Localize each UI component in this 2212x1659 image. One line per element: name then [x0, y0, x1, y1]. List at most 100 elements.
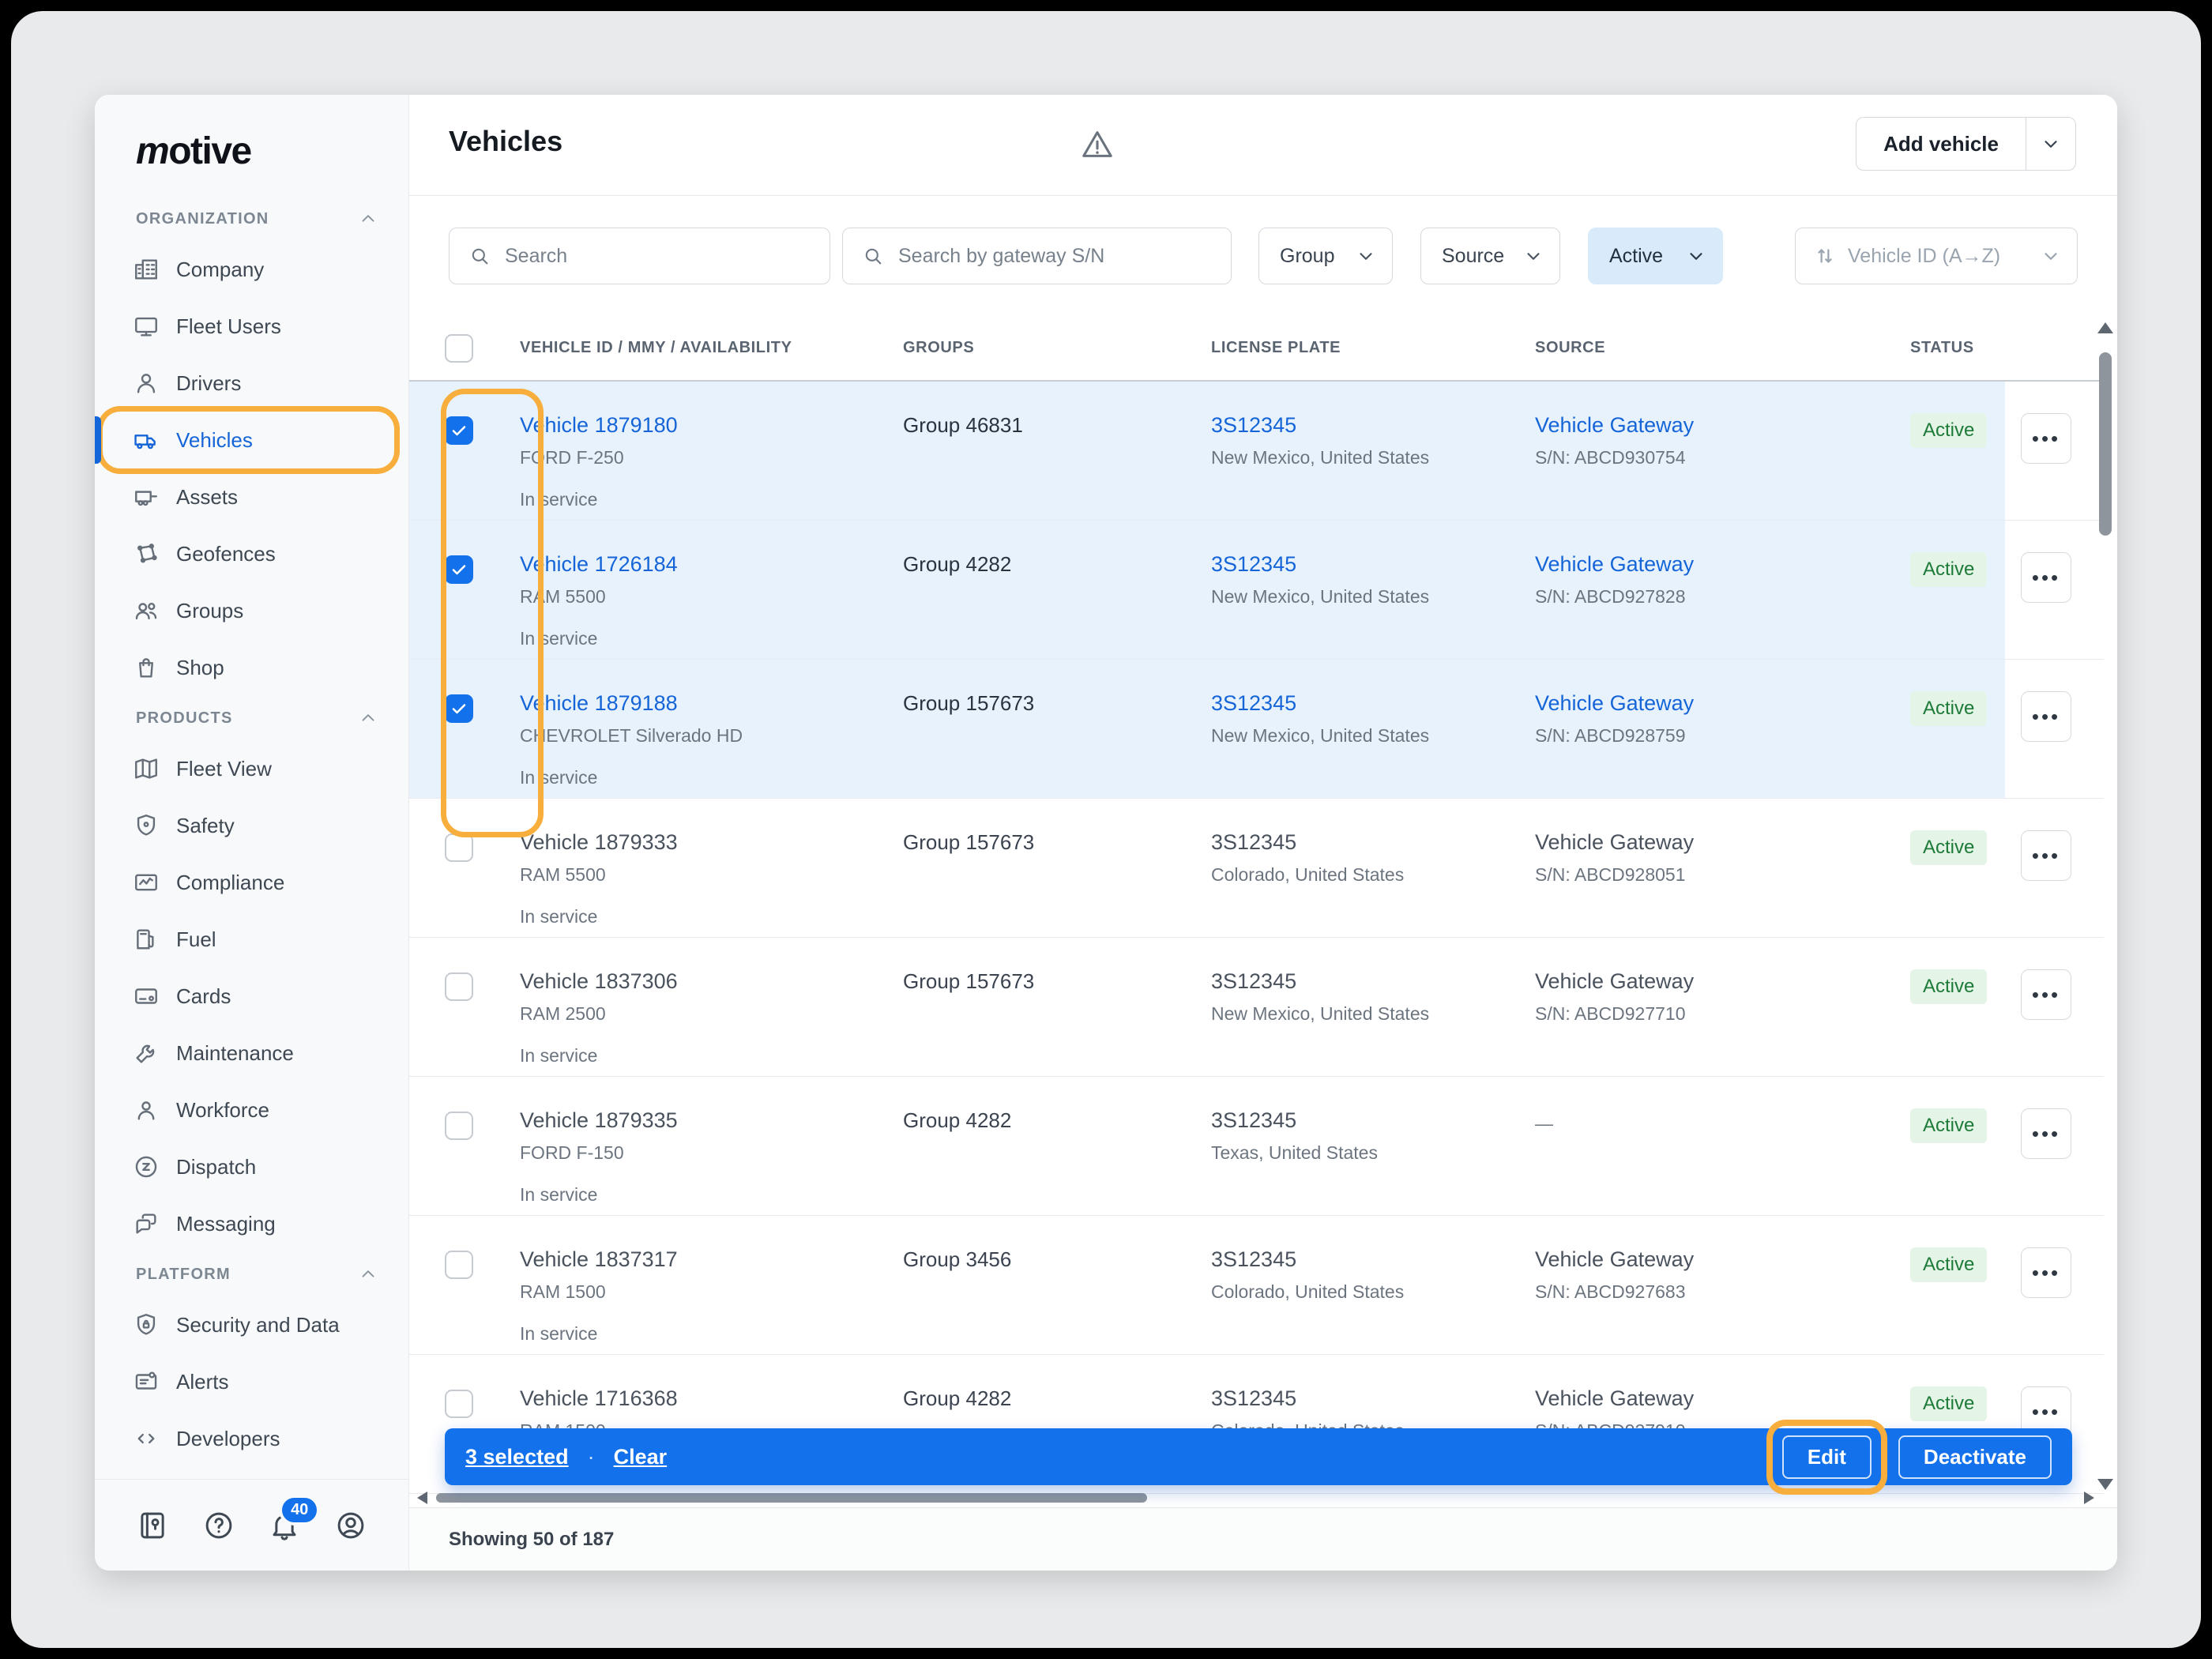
row-checkbox[interactable]: [445, 972, 473, 1001]
vertical-scroll-thumb[interactable]: [2099, 352, 2112, 536]
chevron-up-icon[interactable]: [358, 708, 378, 728]
row-checkbox[interactable]: [445, 416, 473, 445]
sidebar-item-compliance[interactable]: Compliance: [103, 854, 394, 911]
sidebar-item-fleet-users[interactable]: Fleet Users: [103, 298, 394, 355]
guide-icon[interactable]: [136, 1509, 169, 1542]
vertical-scrollbar[interactable]: [2097, 322, 2113, 1490]
add-vehicle-caret[interactable]: [2026, 118, 2075, 170]
sidebar-item-developers[interactable]: Developers: [103, 1410, 394, 1467]
vehicle-id-link[interactable]: Vehicle 1879180: [520, 413, 678, 438]
sidebar-item-groups[interactable]: Groups: [103, 582, 394, 639]
edit-button[interactable]: Edit: [1781, 1435, 1872, 1479]
notifications-icon[interactable]: 40: [268, 1494, 321, 1542]
add-vehicle-main[interactable]: Add vehicle: [1856, 118, 2026, 170]
status-badge: Active: [1910, 969, 1988, 1004]
sidebar-item-security-and-data[interactable]: Security and Data: [103, 1296, 394, 1353]
selected-count-link[interactable]: 3 selected: [465, 1445, 569, 1469]
group-filter-dropdown[interactable]: Group: [1258, 228, 1393, 284]
row-checkbox[interactable]: [445, 1390, 473, 1418]
scroll-down-arrow[interactable]: [2097, 1479, 2113, 1490]
sidebar-item-cards[interactable]: Cards: [103, 968, 394, 1025]
table-row-vehicle-1837306[interactable]: Vehicle 1837306 RAM 2500 In service Grou…: [409, 938, 2104, 1077]
row-checkbox[interactable]: [445, 694, 473, 723]
source-link[interactable]: Vehicle Gateway: [1535, 969, 1694, 994]
vehicle-id-link[interactable]: Vehicle 1726184: [520, 552, 678, 577]
sidebar-item-drivers[interactable]: Drivers: [103, 355, 394, 412]
status-filter-dropdown[interactable]: Active: [1588, 228, 1723, 284]
sidebar-item-dispatch[interactable]: Dispatch: [103, 1138, 394, 1195]
table-row-vehicle-1879188[interactable]: Vehicle 1879188 CHEVROLET Silverado HD I…: [409, 660, 2104, 799]
sidebar-item-alerts[interactable]: Alerts: [103, 1353, 394, 1410]
sidebar-item-workforce[interactable]: Workforce: [103, 1082, 394, 1138]
scroll-up-arrow[interactable]: [2097, 322, 2113, 333]
clear-selection-link[interactable]: Clear: [614, 1445, 668, 1469]
chevron-up-icon[interactable]: [358, 1264, 378, 1285]
sidebar-item-vehicles[interactable]: Vehicles: [95, 412, 394, 468]
row-checkbox[interactable]: [445, 833, 473, 862]
source-filter-dropdown[interactable]: Source: [1420, 228, 1560, 284]
row-checkbox[interactable]: [445, 555, 473, 584]
sidebar-item-assets[interactable]: Assets: [103, 468, 394, 525]
license-plate-link[interactable]: 3S12345: [1211, 969, 1296, 994]
table-row-vehicle-1879335[interactable]: Vehicle 1879335 FORD F-150 In service Gr…: [409, 1077, 2104, 1216]
sidebar-item-safety[interactable]: Safety: [103, 797, 394, 854]
row-actions-button[interactable]: •••: [2021, 552, 2071, 603]
license-plate-link[interactable]: 3S12345: [1211, 413, 1296, 438]
scroll-left-arrow[interactable]: [417, 1492, 427, 1504]
vehicle-id-link[interactable]: Vehicle 1837306: [520, 969, 678, 994]
horizontal-scroll-thumb[interactable]: [436, 1493, 1147, 1503]
source-link[interactable]: Vehicle Gateway: [1535, 691, 1694, 716]
vehicle-id-link[interactable]: Vehicle 1837317: [520, 1247, 678, 1272]
help-icon[interactable]: [202, 1509, 235, 1542]
sidebar-item-label: Developers: [176, 1426, 280, 1450]
source-link[interactable]: Vehicle Gateway: [1535, 552, 1694, 577]
sort-icon: [1813, 244, 1837, 268]
vehicle-availability: In service: [520, 1323, 598, 1344]
sidebar-item-geofences[interactable]: Geofences: [103, 525, 394, 582]
sidebar-item-company[interactable]: Company: [103, 241, 394, 298]
license-plate-link[interactable]: 3S12345: [1211, 1108, 1296, 1133]
chevron-down-icon: [1523, 246, 1544, 266]
row-actions-button[interactable]: •••: [2021, 691, 2071, 742]
row-checkbox[interactable]: [445, 1251, 473, 1279]
vehicle-id-link[interactable]: Vehicle 1716368: [520, 1386, 678, 1411]
sidebar-item-label: Security and Data: [176, 1312, 340, 1337]
row-actions-button[interactable]: •••: [2021, 1247, 2071, 1298]
chevron-up-icon[interactable]: [358, 209, 378, 229]
scroll-right-arrow[interactable]: [2084, 1492, 2094, 1504]
sidebar-item-maintenance[interactable]: Maintenance: [103, 1025, 394, 1082]
row-actions-button[interactable]: •••: [2021, 1108, 2071, 1159]
license-plate-link[interactable]: 3S12345: [1211, 691, 1296, 716]
sidebar-item-messaging[interactable]: Messaging: [103, 1195, 394, 1252]
vehicle-id-link[interactable]: Vehicle 1879333: [520, 830, 678, 855]
sort-dropdown[interactable]: Vehicle ID (A→Z): [1795, 228, 2078, 284]
gateway-search-input[interactable]: [898, 244, 1212, 268]
sidebar-item-shop[interactable]: Shop: [103, 639, 394, 696]
row-actions-button[interactable]: •••: [2021, 413, 2071, 464]
table-row-vehicle-1879333[interactable]: Vehicle 1879333 RAM 5500 In service Grou…: [409, 799, 2104, 938]
source-link[interactable]: Vehicle Gateway: [1535, 1386, 1694, 1411]
table-row-vehicle-1879180[interactable]: Vehicle 1879180 FORD F-250 In service Gr…: [409, 382, 2104, 521]
license-plate-link[interactable]: 3S12345: [1211, 552, 1296, 577]
row-checkbox[interactable]: [445, 1112, 473, 1140]
horizontal-scrollbar[interactable]: [417, 1492, 2104, 1504]
sidebar-item-fleet-view[interactable]: Fleet View: [103, 740, 394, 797]
bulk-action-buttons: Edit Deactivate: [1773, 1426, 2052, 1488]
source-link[interactable]: Vehicle Gateway: [1535, 1247, 1694, 1272]
source-link[interactable]: Vehicle Gateway: [1535, 413, 1694, 438]
table-row-vehicle-1837317[interactable]: Vehicle 1837317 RAM 1500 In service Grou…: [409, 1216, 2104, 1355]
license-plate-link[interactable]: 3S12345: [1211, 1247, 1296, 1272]
license-plate-link[interactable]: 3S12345: [1211, 1386, 1296, 1411]
search-input[interactable]: [505, 244, 811, 268]
row-actions-button[interactable]: •••: [2021, 830, 2071, 881]
source-link[interactable]: Vehicle Gateway: [1535, 830, 1694, 855]
vehicle-id-link[interactable]: Vehicle 1879188: [520, 691, 678, 716]
license-plate-link[interactable]: 3S12345: [1211, 830, 1296, 855]
row-actions-button[interactable]: •••: [2021, 969, 2071, 1020]
vehicle-id-link[interactable]: Vehicle 1879335: [520, 1108, 678, 1133]
sidebar-item-fuel[interactable]: Fuel: [103, 911, 394, 968]
deactivate-button[interactable]: Deactivate: [1898, 1435, 2052, 1479]
table-row-vehicle-1726184[interactable]: Vehicle 1726184 RAM 5500 In service Grou…: [409, 521, 2104, 660]
account-icon[interactable]: [334, 1509, 367, 1542]
select-all-checkbox[interactable]: [445, 333, 473, 363]
